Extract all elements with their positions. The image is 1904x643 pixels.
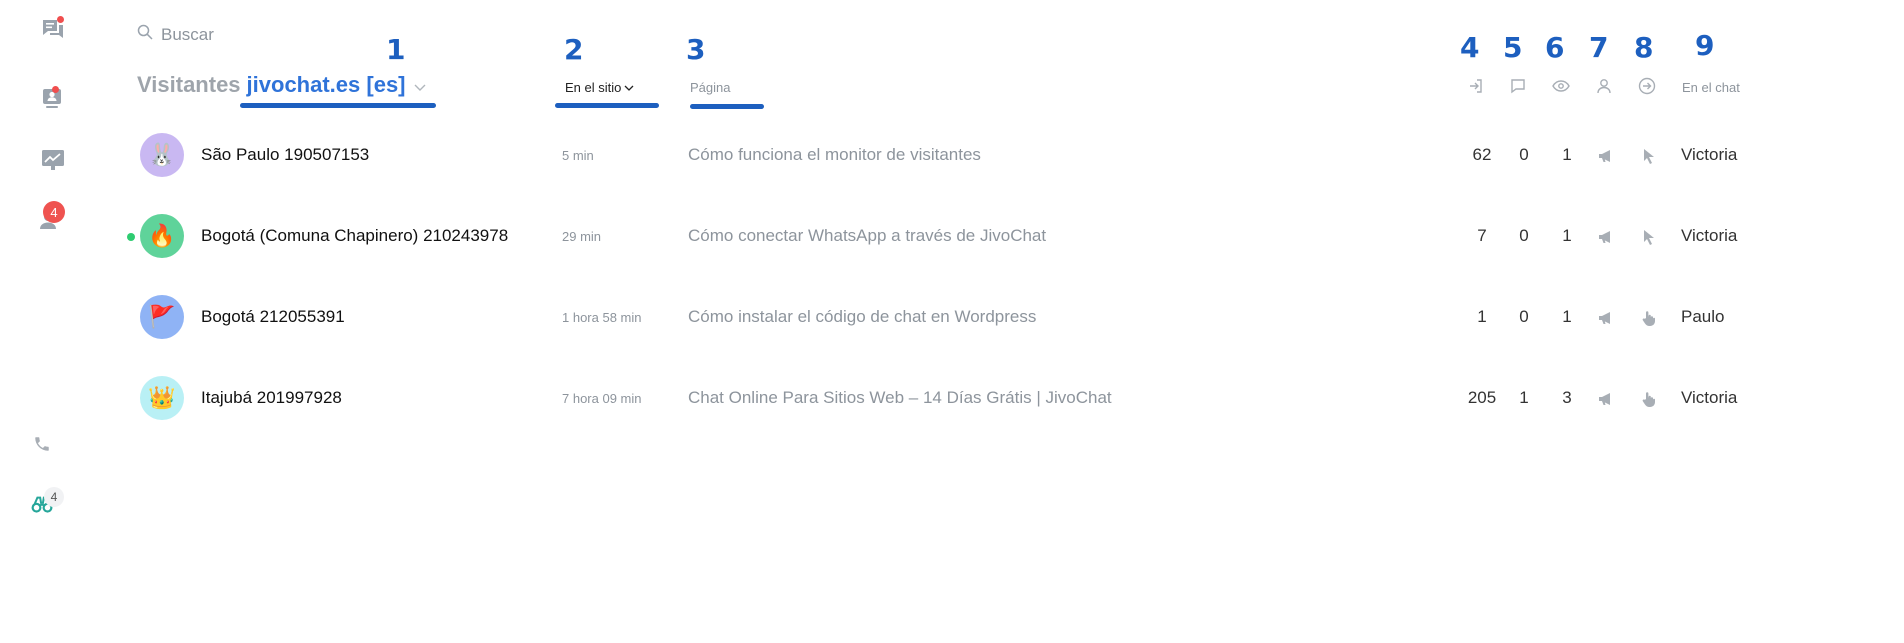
proactive-invite-megaphone-icon[interactable] bbox=[1596, 146, 1616, 166]
visitor-avatar[interactable]: 🚩 bbox=[140, 295, 184, 339]
hand-pointer-icon[interactable] bbox=[1639, 389, 1659, 409]
views-count: 1 bbox=[1562, 307, 1572, 326]
annotation-number: 9 bbox=[1695, 29, 1715, 62]
views-count: 1 bbox=[1562, 226, 1572, 245]
time-on-site: 7 hora 09 min bbox=[562, 391, 642, 406]
time-on-site: 1 hora 58 min bbox=[562, 310, 642, 325]
visitor-avatar[interactable]: 👑 bbox=[140, 376, 184, 420]
views-count: 1 bbox=[1562, 145, 1572, 164]
contacts-notification-dot bbox=[52, 86, 59, 93]
visits-count: 205 bbox=[1467, 388, 1497, 407]
column-header-in-chat: En el chat bbox=[1682, 80, 1740, 95]
visitor-name[interactable]: Itajubá 201997928 bbox=[201, 388, 342, 408]
visitor-row[interactable]: 🐰 São Paulo 190507153 5 min Cómo funcion… bbox=[120, 125, 1760, 185]
online-status-dot bbox=[127, 233, 135, 241]
annotation-number: 1 bbox=[386, 33, 406, 66]
visits-count: 62 bbox=[1472, 145, 1492, 164]
proactive-invite-megaphone-icon[interactable] bbox=[1596, 308, 1616, 328]
site-selector[interactable]: jivochat.es [es] bbox=[247, 72, 406, 98]
chats-count: 0 bbox=[1519, 226, 1529, 245]
visitor-row[interactable]: 🔥 Bogotá (Comuna Chapinero) 210243978 29… bbox=[120, 206, 1760, 266]
current-page-link[interactable]: Cómo funciona el monitor de visitantes bbox=[688, 145, 981, 165]
current-page-link[interactable]: Cómo conectar WhatsApp a través de JivoC… bbox=[688, 226, 1046, 246]
annotation-underline bbox=[555, 103, 659, 108]
assigned-agent: Paulo bbox=[1681, 307, 1725, 326]
search-input[interactable] bbox=[161, 24, 361, 45]
visitor-name[interactable]: Bogotá 212055391 bbox=[201, 307, 345, 327]
current-page-link[interactable]: Cómo instalar el código de chat en Wordp… bbox=[688, 307, 1036, 327]
annotation-number: 4 bbox=[1460, 31, 1480, 64]
chats-count: 1 bbox=[1519, 388, 1529, 407]
assigned-agent: Victoria bbox=[1681, 388, 1738, 407]
assigned-agent: Victoria bbox=[1681, 145, 1738, 164]
annotation-number: 6 bbox=[1545, 31, 1565, 64]
cursor-icon[interactable] bbox=[1639, 146, 1659, 166]
column-header-page[interactable]: Página bbox=[690, 80, 730, 95]
visitor-name[interactable]: São Paulo 190507153 bbox=[201, 145, 369, 165]
visitors-label: Visitantes bbox=[137, 72, 241, 97]
monitoring-count-badge: 4 bbox=[44, 487, 64, 507]
time-on-site: 29 min bbox=[562, 229, 602, 244]
chats-count: 0 bbox=[1519, 145, 1529, 164]
search-bar bbox=[137, 24, 361, 45]
hand-pointer-icon[interactable] bbox=[1639, 308, 1659, 328]
visitor-row[interactable]: 🚩 Bogotá 212055391 1 hora 58 min Cómo in… bbox=[120, 287, 1760, 347]
left-sidebar: 4 4 bbox=[0, 0, 100, 643]
views-count: 3 bbox=[1562, 388, 1572, 407]
page-title: Visitantes jivochat.es [es] bbox=[137, 72, 426, 98]
visitor-row[interactable]: 👑 Itajubá 201997928 7 hora 09 min Chat O… bbox=[120, 368, 1760, 428]
annotation-number: 2 bbox=[564, 33, 584, 66]
analytics-nav-icon[interactable] bbox=[33, 140, 73, 180]
chats-count: 0 bbox=[1519, 307, 1529, 326]
visitors-count-badge: 4 bbox=[43, 201, 65, 223]
views-column-eye-icon bbox=[1551, 76, 1571, 96]
column-header-on-site[interactable]: En el sitio bbox=[565, 80, 634, 95]
annotation-underline bbox=[240, 103, 436, 108]
visits-count: 1 bbox=[1477, 307, 1487, 326]
annotation-underline bbox=[690, 104, 764, 109]
column-on-site-label: En el sitio bbox=[565, 80, 622, 95]
visits-count: 7 bbox=[1477, 226, 1487, 245]
visitor-name[interactable]: Bogotá (Comuna Chapinero) 210243978 bbox=[201, 226, 508, 246]
visits-column-icon bbox=[1466, 76, 1486, 96]
chats-column-icon bbox=[1508, 76, 1528, 96]
invite-column-icon bbox=[1637, 76, 1657, 96]
visitor-avatar[interactable]: 🐰 bbox=[140, 133, 184, 177]
annotation-number: 3 bbox=[686, 33, 706, 66]
cursor-icon[interactable] bbox=[1639, 227, 1659, 247]
proactive-invite-megaphone-icon[interactable] bbox=[1596, 227, 1616, 247]
annotation-number: 8 bbox=[1634, 31, 1654, 64]
current-page-link[interactable]: Chat Online Para Sitios Web – 14 Días Gr… bbox=[688, 388, 1112, 408]
chevron-down-icon[interactable] bbox=[414, 72, 426, 98]
phone-nav-icon[interactable] bbox=[22, 424, 62, 464]
time-on-site: 5 min bbox=[562, 148, 594, 163]
annotation-number: 5 bbox=[1503, 31, 1523, 64]
sort-chevron-icon bbox=[624, 80, 634, 95]
contacts-nav-icon[interactable] bbox=[33, 78, 73, 118]
assigned-agent: Victoria bbox=[1681, 226, 1738, 245]
chats-notification-dot bbox=[57, 16, 64, 23]
search-icon bbox=[137, 24, 153, 45]
visitor-avatar[interactable]: 🔥 bbox=[140, 214, 184, 258]
annotation-number: 7 bbox=[1589, 31, 1609, 64]
chats-nav-icon[interactable] bbox=[33, 10, 73, 50]
user-column-icon bbox=[1594, 76, 1614, 96]
proactive-invite-megaphone-icon[interactable] bbox=[1596, 389, 1616, 409]
